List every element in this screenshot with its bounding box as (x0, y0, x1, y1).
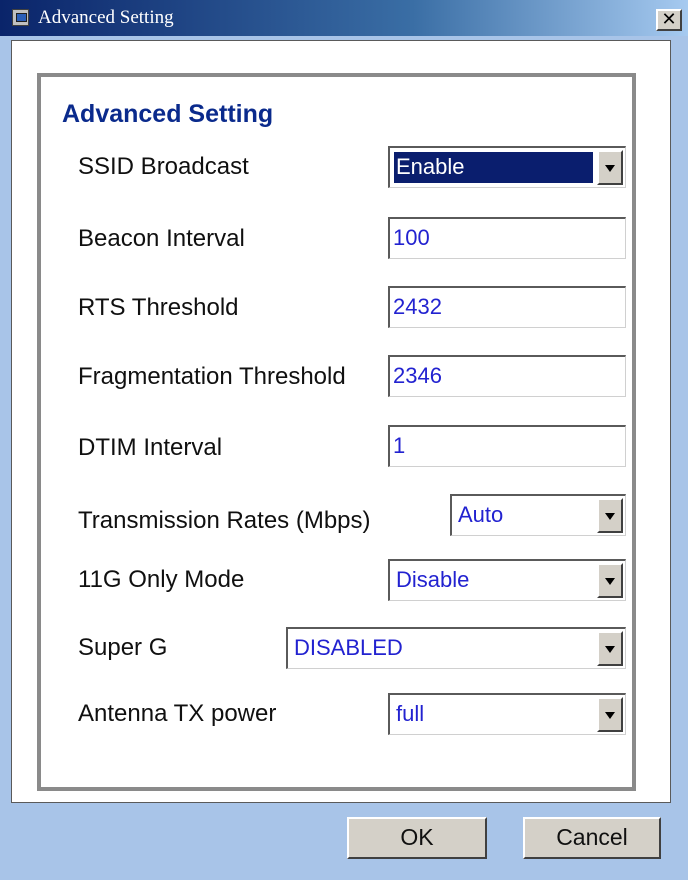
chevron-down-icon[interactable] (597, 697, 623, 732)
fragmentation-threshold-input[interactable]: 2346 (388, 355, 626, 397)
dtim-interval-input[interactable]: 1 (388, 425, 626, 467)
transmission-rates-select[interactable]: Auto (450, 494, 626, 536)
chevron-down-icon[interactable] (597, 563, 623, 598)
antenna-tx-power-label: Antenna TX power (78, 700, 277, 727)
antenna-tx-power-value: full (396, 701, 425, 726)
beacon-interval-label: Beacon Interval (78, 225, 245, 252)
super-g-select[interactable]: DISABLED (286, 627, 626, 669)
transmission-rates-label: Transmission Rates (Mbps) (78, 507, 371, 534)
title-bar: Advanced Setting ✕ (0, 0, 688, 36)
cancel-button[interactable]: Cancel (523, 817, 661, 859)
ssid-broadcast-label: SSID Broadcast (78, 153, 249, 180)
window-title: Advanced Setting (38, 7, 174, 28)
11g-only-mode-value: Disable (396, 567, 470, 592)
group-legend: Advanced Setting (58, 100, 278, 129)
11g-only-mode-select[interactable]: Disable (388, 559, 626, 601)
super-g-label: Super G (78, 634, 168, 661)
dtim-interval-label: DTIM Interval (78, 434, 223, 461)
close-icon: ✕ (661, 9, 677, 29)
chevron-down-icon[interactable] (597, 150, 623, 185)
transmission-rates-value: Auto (458, 502, 504, 527)
ssid-broadcast-value: Enable (394, 152, 593, 183)
ssid-broadcast-select[interactable]: Enable (388, 146, 626, 188)
chevron-down-icon[interactable] (597, 631, 623, 666)
super-g-value: DISABLED (294, 635, 403, 660)
11g-only-mode-label: 11G Only Mode (78, 566, 245, 593)
close-button[interactable]: ✕ (656, 9, 682, 31)
fragmentation-threshold-label: Fragmentation Threshold (78, 363, 346, 390)
rts-threshold-label: RTS Threshold (78, 294, 239, 321)
chevron-down-icon[interactable] (597, 498, 623, 533)
rts-threshold-input[interactable]: 2432 (388, 286, 626, 328)
ok-button[interactable]: OK (347, 817, 487, 859)
beacon-interval-input[interactable]: 100 (388, 217, 626, 259)
antenna-tx-power-select[interactable]: full (388, 693, 626, 735)
app-window-icon (12, 9, 29, 26)
